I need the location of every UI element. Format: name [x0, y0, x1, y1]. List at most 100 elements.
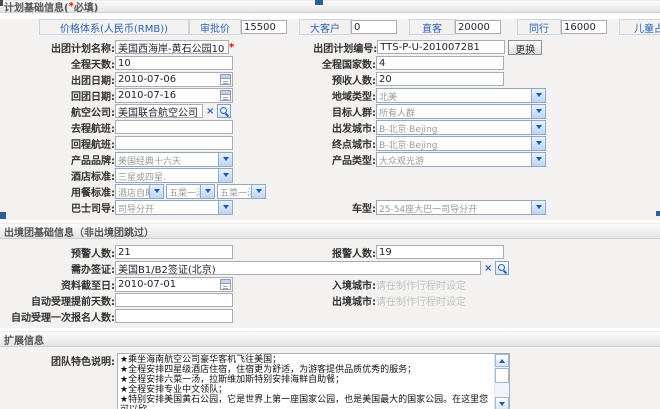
region-type-label: 地域类型: — [233, 88, 376, 103]
form-row: 需办签证: × — [0, 260, 660, 276]
auto-pax-input[interactable] — [115, 309, 233, 323]
section-body-outbound: 预警人数: 报警人数: 需办签证: × 资料截至日: — [0, 239, 660, 328]
chevron-down-icon — [531, 89, 545, 102]
warning-pax-input[interactable] — [115, 245, 233, 259]
approval-price-input[interactable] — [241, 20, 287, 34]
chevron-down-icon — [200, 185, 214, 198]
peer-price-input[interactable] — [561, 20, 607, 34]
direct-price-label: 直客 — [409, 19, 455, 35]
expected-pax-label: 预收人数: — [233, 72, 376, 87]
search-button[interactable] — [495, 261, 509, 275]
exit-city-label: 出境城市: — [233, 293, 376, 308]
direct-price-input[interactable] — [455, 20, 501, 34]
form-row: 回程航班: 终点城市: B-北京·Bejing — [0, 135, 660, 151]
bus-guide-label: 巴士司导: — [0, 200, 115, 215]
meal-standard-label: 用餐标准: — [0, 184, 115, 199]
doc-deadline-field — [115, 277, 233, 292]
meal-standard-select-1[interactable]: 酒店自助 — [115, 184, 164, 199]
calendar-icon[interactable] — [220, 90, 231, 101]
section-title: 出境团基础信息（非出境团跳过） — [4, 224, 154, 239]
key-account-price-input[interactable] — [351, 20, 397, 34]
region-type-select[interactable]: 北美 — [376, 88, 546, 103]
entry-city-label: 入境城市: — [233, 277, 376, 292]
team-feature-textarea[interactable]: ★乘坐海南航空公司豪华客机飞往美国； ★全程安排四星级酒店住宿，住宿更为舒适，为… — [117, 353, 510, 409]
return-date-input[interactable] — [116, 89, 220, 101]
auto-pax-label: 自动受理一次报名人数: — [0, 309, 115, 324]
brand-select[interactable]: 美国经典十六天 — [115, 152, 233, 167]
section-body-extended: 团队特色说明: ★乘坐海南航空公司豪华客机飞往美国； ★全程安排四星级酒店住宿，… — [0, 347, 660, 409]
change-plan-no-button[interactable]: 更换 — [508, 40, 542, 55]
form-row: 用餐标准: 酒店自助 五菜一汤 五菜一汤 — [0, 183, 660, 199]
form-row: 出团日期: 预收人数: — [0, 71, 660, 87]
airline-input[interactable] — [115, 104, 203, 118]
alarm-pax-input[interactable] — [376, 245, 504, 259]
scroll-down-icon[interactable] — [495, 397, 509, 409]
tour-name-label: 出团计划名称: — [0, 40, 115, 55]
depart-date-input[interactable] — [116, 73, 220, 85]
scrollbar-thumb[interactable] — [495, 368, 509, 383]
team-feature-label: 团队特色说明: — [0, 353, 115, 368]
visa-input[interactable] — [115, 261, 481, 275]
calendar-icon[interactable] — [220, 279, 231, 290]
plan-no-input[interactable] — [377, 40, 505, 54]
search-button[interactable] — [217, 104, 231, 118]
return-date-field — [115, 88, 233, 103]
search-icon — [498, 264, 507, 273]
bus-guide-select[interactable]: 司导分开 — [115, 200, 233, 215]
alarm-pax-label: 报警人数: — [233, 245, 376, 260]
form-row: 回团日期: 地域类型: 北美 — [0, 87, 660, 103]
depart-city-select[interactable]: B-北京·Bejing — [376, 120, 546, 135]
brand-label: 产品品牌: — [0, 152, 115, 167]
airline-label: 航空公司: — [0, 104, 115, 119]
chevron-down-icon — [251, 185, 265, 198]
tour-name-input[interactable] — [115, 40, 229, 54]
auto-days-label: 自动受理提前天数: — [0, 293, 115, 308]
meal-standard-select-3[interactable]: 五菜一汤 — [217, 184, 266, 199]
section-outbound-basic: 出境团基础信息（非出境团跳过） 预警人数: 报警人数: 需办签证: × 资料截至… — [0, 223, 660, 328]
chevron-down-icon — [531, 153, 545, 166]
total-days-input[interactable] — [115, 56, 233, 70]
chevron-down-icon — [218, 169, 232, 182]
clear-icon[interactable]: × — [484, 263, 492, 274]
end-city-select[interactable]: B-北京·Bejing — [376, 136, 546, 151]
calendar-icon[interactable] — [220, 74, 231, 85]
ui-artifact — [0, 0, 3, 6]
search-icon — [220, 107, 229, 116]
doc-deadline-label: 资料截至日: — [0, 277, 115, 292]
target-group-select[interactable]: 所有人群 — [376, 104, 546, 119]
expected-pax-input[interactable] — [376, 72, 504, 86]
child-bed-price-label: 儿童占床 — [619, 19, 660, 35]
form-row: 航空公司: × 目标人群: 所有人群 — [0, 103, 660, 119]
form-row: 自动受理提前天数: 出境城市: 请在制作行程时设定 — [0, 292, 660, 308]
bus-type-label: 车型: — [233, 200, 376, 215]
bus-type-select[interactable]: 25-54座大巴一司导分开 — [376, 200, 546, 215]
country-count-label: 全程国家数: — [233, 56, 376, 71]
end-city-label: 终点城市: — [233, 136, 376, 151]
return-flight-input[interactable] — [115, 136, 233, 150]
section-title: 计划基础信息( — [4, 0, 69, 14]
form-row: 产品品牌: 美国经典十六天 产品类型: 大众观光游 — [0, 151, 660, 167]
form-row: 全程天数: 全程国家数: — [0, 55, 660, 71]
country-count-input[interactable] — [376, 56, 504, 70]
clear-icon[interactable]: × — [206, 106, 214, 117]
hotel-standard-label: 酒店标准: — [0, 168, 115, 183]
peer-price-label: 同行 — [517, 19, 561, 35]
plan-no-label: 出团计划编号: — [234, 40, 377, 55]
auto-days-input[interactable] — [115, 293, 233, 307]
form-row: 巴士司导: 司导分开 车型: 25-54座大巴一司导分开 — [0, 199, 660, 215]
doc-deadline-input[interactable] — [116, 278, 220, 290]
warning-pax-label: 预警人数: — [0, 245, 115, 260]
section-extended: 扩展信息 团队特色说明: ★乘坐海南航空公司豪华客机飞往美国； ★全程安排四星级… — [0, 331, 660, 409]
tour-plan-form-page: 计划基础信息(*必填) 价格体系(人民币(RMB)) 审批价 大客户 直客 同行… — [0, 0, 660, 409]
section-title: 扩展信息 — [4, 332, 44, 347]
meal-standard-select-2[interactable]: 五菜一汤 — [166, 184, 215, 199]
form-row: 团队特色说明: ★乘坐海南航空公司豪华客机飞往美国； ★全程安排四星级酒店住宿，… — [0, 347, 660, 409]
product-type-select[interactable]: 大众观光游 — [376, 152, 546, 167]
textarea-scrollbar[interactable] — [494, 354, 509, 409]
hotel-standard-select[interactable]: 三星或四星. — [115, 168, 233, 183]
form-row: 酒店标准: 三星或四星. — [0, 167, 660, 183]
scroll-up-icon[interactable] — [495, 354, 509, 367]
section-header-extended: 扩展信息 — [0, 331, 660, 347]
ui-artifact — [0, 212, 6, 219]
outbound-flight-input[interactable] — [115, 120, 233, 134]
